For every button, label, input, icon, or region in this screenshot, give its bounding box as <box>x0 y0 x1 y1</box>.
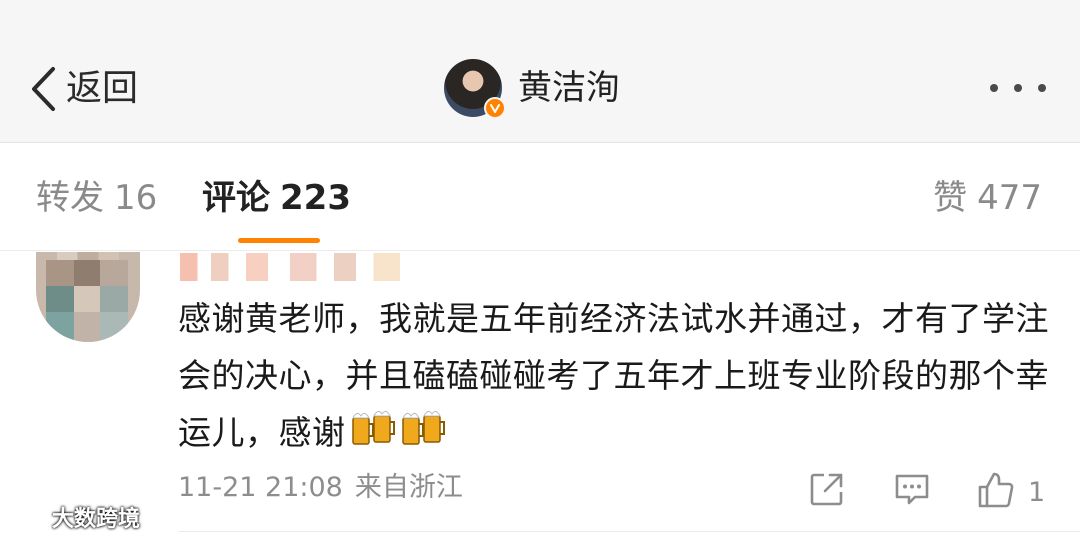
divider <box>178 531 1080 532</box>
tab-comments-count: 223 <box>280 178 351 218</box>
back-label: 返回 <box>66 68 139 109</box>
nav-header: 返回 黄洁洵 <box>0 0 1080 143</box>
more-options-icon[interactable] <box>990 78 1046 98</box>
share-button[interactable] <box>808 470 846 512</box>
tab-bar: 转发 16 评论 223 赞 477 <box>0 143 1080 250</box>
active-tab-indicator <box>238 238 320 243</box>
comment-icon <box>892 470 932 512</box>
watermark-logo-icon <box>8 500 47 534</box>
tab-comments[interactable]: 评论 223 <box>202 181 351 215</box>
commenter-name-blurred[interactable] <box>180 253 400 281</box>
chevron-left-icon <box>30 66 56 112</box>
like-button[interactable]: 1 <box>976 470 1045 514</box>
like-count: 1 <box>1028 476 1046 508</box>
comment-timestamp: 11-21 21:08 <box>178 472 343 503</box>
watermark-text: 大数跨境 <box>52 507 141 532</box>
tab-comments-label: 评论 <box>202 178 270 218</box>
reply-button[interactable] <box>892 470 932 512</box>
tab-reposts[interactable]: 转发 16 <box>36 181 157 215</box>
thumbs-up-icon <box>976 470 1016 514</box>
back-button[interactable]: 返回 <box>30 64 138 114</box>
beer-mugs-icon <box>350 406 396 467</box>
profile-header[interactable]: 黄洁洵 <box>444 58 620 119</box>
comment-body: 感谢黄老师，我就是五年前经济法试水并通过，才有了学注会的决心，并且磕磕碰碰考了五… <box>178 299 1049 452</box>
comment-meta: 11-21 21:08 来自浙江 <box>178 474 463 501</box>
share-icon <box>808 470 846 512</box>
tab-reposts-count: 16 <box>114 178 158 218</box>
commenter-avatar[interactable] <box>36 252 140 342</box>
tab-likes-count: 477 <box>977 178 1042 218</box>
tab-reposts-label: 转发 <box>36 178 104 218</box>
tab-likes-label: 赞 <box>933 178 968 218</box>
tab-likes[interactable]: 赞 477 <box>933 181 1042 215</box>
comment-text: 感谢黄老师，我就是五年前经济法试水并通过，才有了学注会的决心，并且磕磕碰碰考了五… <box>178 290 1058 467</box>
divider <box>0 250 1080 251</box>
verified-badge-icon <box>484 97 506 119</box>
profile-name: 黄洁洵 <box>518 68 620 108</box>
beer-mugs-icon <box>400 406 446 467</box>
watermark: 大数跨境 <box>8 500 140 534</box>
comment-source: 来自浙江 <box>354 472 463 503</box>
